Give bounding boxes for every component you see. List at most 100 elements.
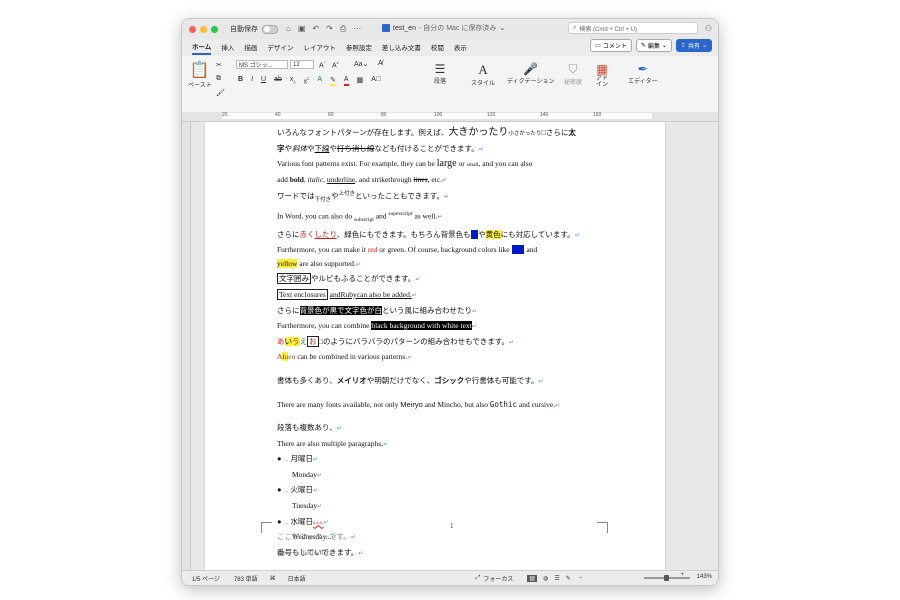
share-people-icon[interactable]: ⚇ xyxy=(705,24,712,33)
paragraph-line: There are also multiple paragraphs,↵ xyxy=(277,438,389,448)
paragraph-line: Text enclosures andRubycan also be added… xyxy=(277,288,417,300)
paragraph-mark-icon: ↵ xyxy=(336,426,342,433)
print-layout-icon[interactable]: ▤ xyxy=(527,574,538,582)
paste-label: ペースト xyxy=(188,83,212,89)
font-size-select[interactable]: 12 xyxy=(290,60,314,69)
format-painter-icon[interactable]: 🖌 xyxy=(216,89,225,97)
home-icon[interactable]: ⌂ xyxy=(286,24,291,34)
styles-button[interactable]: A スタイル xyxy=(471,62,495,87)
paragraph-icon: ☰ xyxy=(434,62,446,76)
vertical-ruler[interactable] xyxy=(182,122,191,572)
sensitivity-button[interactable]: ⛉ 秘密度 xyxy=(564,62,582,86)
paragraph-button[interactable]: ☰ 段落 xyxy=(434,62,446,85)
shrink-font-icon[interactable]: Av xyxy=(332,60,339,69)
zoom-level[interactable]: 143% xyxy=(697,574,712,580)
edit-button[interactable]: ✎ 編集 ⌄ xyxy=(635,39,672,52)
editor-button[interactable]: ✒ エディター xyxy=(628,62,658,85)
font-name-select[interactable]: MS ゴシッ... xyxy=(236,60,288,69)
comment-button[interactable]: ▭ コメント xyxy=(590,39,632,52)
footer[interactable]: ここがフッターです。↵ Here is the footer.↵ xyxy=(277,530,356,561)
styles-icon: A xyxy=(478,62,488,77)
dictation-label: ディクテーション xyxy=(507,79,555,85)
document-body[interactable]: いろんなフォントパターンが存在します。例えば、大きかったり小さかったり□さらに太… xyxy=(277,126,607,561)
char-border-icon[interactable]: A⃞ xyxy=(371,76,381,86)
paragraph-mark-icon: ↵ xyxy=(538,378,544,385)
word-count[interactable]: 783 単語 xyxy=(234,574,258,583)
paragraph-line: In Word, you can also do subscript and s… xyxy=(277,210,443,223)
change-case-icon[interactable]: Aa⌄ xyxy=(354,60,368,68)
paragraph-mark-icon: ↵ xyxy=(355,261,361,268)
cut-icon[interactable]: ✂ xyxy=(216,61,222,69)
document-canvas[interactable]: いろんなフォントパターンが存在します。例えば、大きかったり小さかったり□さらに太… xyxy=(191,122,718,572)
char-shading-icon[interactable]: ▩ xyxy=(357,76,364,86)
tab-view[interactable]: 表示 xyxy=(454,40,467,54)
tab-arrow-icon: → xyxy=(281,457,291,464)
list-item: ● → 火曜日↵ xyxy=(277,485,319,495)
zoom-window-button[interactable] xyxy=(211,25,218,33)
tab-references[interactable]: 参照設定 xyxy=(346,40,372,54)
tab-insert[interactable]: 挿入 xyxy=(221,40,234,54)
text-effects-icon[interactable]: A xyxy=(317,76,322,86)
autosave-toggle[interactable] xyxy=(262,24,278,34)
share-button[interactable]: ⇪ 共有 ⌄ xyxy=(675,39,712,52)
save-icon[interactable]: ▣ xyxy=(298,24,306,34)
tab-mailings[interactable]: 差し込み文書 xyxy=(382,40,421,54)
web-layout-icon[interactable]: ◍ xyxy=(543,575,548,582)
close-window-button[interactable] xyxy=(189,25,196,33)
proofing-icon[interactable]: ⌘ xyxy=(270,575,276,582)
focus-button[interactable]: フォーカス xyxy=(483,574,513,583)
draft-icon[interactable]: ✎ xyxy=(566,575,571,582)
font-color-icon[interactable]: A xyxy=(343,76,349,86)
zoom-out-icon[interactable]: − xyxy=(579,575,583,581)
pencil-icon: ✎ xyxy=(640,43,646,49)
copy-icon[interactable]: ⧉ xyxy=(216,75,221,83)
ruler-number: 60 xyxy=(328,112,334,118)
outline-icon[interactable]: ☰ xyxy=(554,575,559,582)
language[interactable]: 日本語 xyxy=(288,574,306,583)
addins-button[interactable]: ▦ アド イン xyxy=(596,62,608,88)
paragraph-line: Furthermore, you can combine black backg… xyxy=(277,321,477,331)
tab-review[interactable]: 校閲 xyxy=(431,40,444,54)
document-title[interactable]: test_en - 自分の Mac に保存済み ⌄ xyxy=(382,23,505,33)
grow-font-icon[interactable]: A^ xyxy=(319,60,326,69)
save-status: - 自分の Mac に保存済み xyxy=(418,25,497,32)
horizontal-ruler[interactable]: 20 40 60 80 100 120 140 160 xyxy=(182,112,718,122)
subscript-icon[interactable]: x2 xyxy=(290,76,296,86)
paragraph-mark-icon: ↵ xyxy=(383,441,389,448)
tab-arrow-icon: → xyxy=(281,488,291,495)
paragraph-mark-icon: ↵ xyxy=(313,457,319,464)
dictation-button[interactable]: 🎤 ディクテーション xyxy=(507,62,554,85)
page-count[interactable]: 1/5 ページ xyxy=(192,574,220,583)
tab-layout[interactable]: レイアウト xyxy=(303,40,336,54)
print-icon[interactable]: ⎙ xyxy=(340,24,346,34)
paste-button[interactable]: 📋 ペースト xyxy=(188,60,212,89)
bold-icon[interactable]: B xyxy=(238,76,243,86)
paragraph-mark-icon: ↵ xyxy=(472,308,478,315)
tab-home[interactable]: ホーム xyxy=(192,39,212,55)
underline-icon[interactable]: U xyxy=(261,76,266,86)
autosave: 自動保存 xyxy=(230,24,278,34)
document-page[interactable]: いろんなフォントパターンが存在します。例えば、大きかったり小さかったり□さらに太… xyxy=(205,122,665,572)
tab-design[interactable]: デザイン xyxy=(267,40,293,54)
minimize-window-button[interactable] xyxy=(200,25,207,33)
tab-arrow-icon: → xyxy=(281,519,291,526)
highlight-icon[interactable]: ✎ xyxy=(330,76,336,86)
tab-draw[interactable]: 描画 xyxy=(244,40,257,54)
paragraph-mark-icon: ↵ xyxy=(555,402,561,409)
clear-format-icon[interactable]: A̸ xyxy=(378,60,383,67)
ruler-number: 20 xyxy=(222,112,228,118)
search-box[interactable]: ⌕ 検索 (Cmd + Ctrl + U) xyxy=(568,22,698,34)
search-icon: ⌕ xyxy=(573,24,577,31)
microphone-icon: 🎤 xyxy=(523,62,539,76)
paragraph-mark-icon: ↵ xyxy=(358,550,364,557)
italic-icon[interactable]: I xyxy=(251,76,253,86)
strikethrough-icon[interactable]: ab xyxy=(274,76,282,86)
comment-label: コメント xyxy=(602,44,627,50)
paragraph-line: さらに背景色が黒で文字色が白という風に組み合わせたり↵ xyxy=(277,305,478,315)
footer-line: ここがフッターです。↵ xyxy=(277,532,356,541)
more-icon[interactable]: ⋯ xyxy=(353,24,361,34)
undo-icon[interactable]: ↶ xyxy=(312,24,319,34)
redo-icon[interactable]: ↷ xyxy=(326,24,333,34)
superscript-icon[interactable]: x2 xyxy=(304,76,310,86)
zoom-slider[interactable] xyxy=(644,575,690,581)
